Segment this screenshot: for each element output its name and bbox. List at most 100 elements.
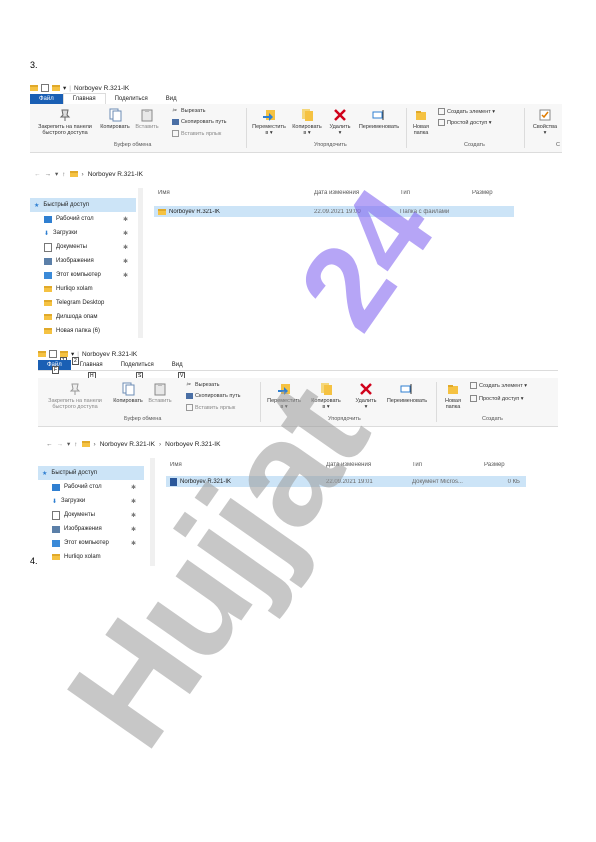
row-size: 0 КБ xyxy=(507,478,520,485)
column-header-date[interactable]: Дата изменения xyxy=(322,462,408,468)
up-icon[interactable]: ↑ xyxy=(74,441,77,448)
forward-icon[interactable]: → xyxy=(57,441,64,448)
pin-icon: ✱ xyxy=(130,526,136,533)
nav-item-documents[interactable]: Документы ✱ xyxy=(30,240,136,254)
copy-path-button[interactable]: Скопировать путь xyxy=(172,119,227,125)
properties-button[interactable]: Свойства ▾ xyxy=(530,108,560,136)
keytip: F xyxy=(52,366,60,374)
move-to-label-2: в ▾ xyxy=(280,404,288,410)
copy-label: Копировать xyxy=(113,398,143,404)
nav-item-desktop[interactable]: Рабочий стол ✱ xyxy=(30,212,136,226)
column-header-date[interactable]: Дата изменения xyxy=(310,190,396,196)
rename-button[interactable]: Переименовать xyxy=(356,108,402,130)
nav-item-quick-access[interactable]: ★ Быстрый доступ xyxy=(30,198,136,212)
copy-to-button[interactable]: Копировать в ▾ xyxy=(308,382,344,410)
breadcrumb-item[interactable]: Norboyev R.321-IK xyxy=(88,171,143,178)
delete-button[interactable]: Удалить ▾ xyxy=(352,382,380,410)
nav-item-pictures[interactable]: Изображения ✱ xyxy=(38,522,144,536)
copy-to-button[interactable]: Копировать в ▾ xyxy=(290,108,324,136)
breadcrumb-item[interactable]: Norboyev R.321-IK xyxy=(100,441,155,448)
nav-scrollbar[interactable] xyxy=(138,188,143,338)
breadcrumb-separator: › xyxy=(93,440,96,448)
copy-button[interactable]: Копировать xyxy=(112,382,144,404)
quick-access-dropdown-icon[interactable]: ▾ xyxy=(63,84,66,92)
column-header-size[interactable]: Размер xyxy=(468,190,512,196)
new-item-icon xyxy=(470,382,477,389)
rename-button[interactable]: Переименовать xyxy=(382,382,432,404)
recent-dropdown-icon[interactable]: ▾ xyxy=(55,170,58,178)
table-row[interactable]: Norboyev R.321-IK 22.09.2021 19:01 Докум… xyxy=(166,476,526,487)
tab-share[interactable]: Поделиться xyxy=(106,94,157,104)
column-header-size[interactable]: Размер xyxy=(480,462,524,468)
forward-icon[interactable]: → xyxy=(45,171,52,178)
paste-button[interactable]: Вставить xyxy=(146,382,174,404)
pin-icon: ✱ xyxy=(130,484,136,491)
pin-icon: ✱ xyxy=(122,258,128,265)
nav-item-folder[interactable]: Дилшода опам xyxy=(30,310,136,324)
tab-view[interactable]: Вид xyxy=(157,94,186,104)
delete-icon xyxy=(359,382,373,396)
tab-file[interactable]: Файл xyxy=(30,94,63,104)
folder-icon xyxy=(44,314,52,320)
new-folder-button[interactable]: Новая папка xyxy=(440,382,466,410)
column-header-name[interactable]: Имя xyxy=(154,190,310,196)
nav-item-pictures[interactable]: Изображения ✱ xyxy=(30,254,136,268)
pin-quick-access-button[interactable]: Закрепить на панели быстрого доступа xyxy=(42,382,108,410)
row-date: 22.09.2021 19:00 xyxy=(314,208,361,215)
nav-item-folder[interactable]: Hurliqo xolam xyxy=(38,550,144,564)
nav-item-folder[interactable]: Hurliqo xolam xyxy=(30,282,136,296)
cut-button[interactable]: ✂ Вырезать xyxy=(186,382,219,388)
paste-shortcut-button[interactable]: Вставить ярлык xyxy=(186,404,235,411)
recent-dropdown-icon[interactable]: ▾ xyxy=(67,440,70,448)
move-to-button[interactable]: Переместить в ▾ xyxy=(264,382,304,410)
pin-quick-access-button[interactable]: Закрепить на панели быстрого доступа xyxy=(34,108,96,136)
copy-to-icon xyxy=(300,108,314,122)
nav-item-label: Рабочий стол xyxy=(64,484,102,490)
properties-quick-icon[interactable] xyxy=(41,84,49,92)
nav-item-folder[interactable]: Telegram Desktop xyxy=(30,296,136,310)
nav-item-label: Быстрый доступ xyxy=(43,202,89,208)
column-header-type[interactable]: Тип xyxy=(396,190,468,196)
create-group-label: Создать xyxy=(464,142,485,148)
row-date: 22.09.2021 19:01 xyxy=(326,478,373,485)
nav-item-quick-access[interactable]: ★ Быстрый доступ xyxy=(38,466,144,480)
up-icon[interactable]: ↑ xyxy=(62,171,65,178)
new-folder-quick-icon[interactable] xyxy=(52,85,60,91)
nav-scrollbar[interactable] xyxy=(150,458,155,566)
nav-item-label: Hurliqo xolam xyxy=(56,286,93,292)
move-to-button[interactable]: Переместить в ▾ xyxy=(250,108,288,136)
nav-item-label: Hurliqo xolam xyxy=(64,554,101,560)
move-to-icon xyxy=(262,108,276,122)
delete-button[interactable]: Удалить ▾ xyxy=(326,108,354,136)
tab-view[interactable]: Вид xyxy=(163,360,192,370)
cut-button[interactable]: ✂ Вырезать xyxy=(172,108,205,114)
easy-access-button[interactable]: Простой доступ ▾ xyxy=(438,119,492,126)
breadcrumb-item[interactable]: Norboyev R.321-IK xyxy=(165,441,220,448)
nav-item-this-pc[interactable]: Этот компьютер ✱ xyxy=(30,268,136,282)
paste-button[interactable]: Вставить xyxy=(134,108,160,130)
properties-quick-icon[interactable] xyxy=(49,350,57,358)
tab-home[interactable]: Главная xyxy=(71,360,112,370)
nav-item-folder[interactable]: Новая папка (6) xyxy=(30,324,136,338)
back-icon[interactable]: ← xyxy=(34,171,41,178)
nav-item-documents[interactable]: Документы ✱ xyxy=(38,508,144,522)
paste-shortcut-button[interactable]: Вставить ярлык xyxy=(172,130,221,137)
nav-item-desktop[interactable]: Рабочий стол ✱ xyxy=(38,480,144,494)
new-folder-button[interactable]: Новая папка xyxy=(408,108,434,136)
column-header-name[interactable]: Имя xyxy=(166,462,322,468)
nav-item-downloads[interactable]: ⬇ Загрузки ✱ xyxy=(30,226,136,240)
nav-item-this-pc[interactable]: Этот компьютер ✱ xyxy=(38,536,144,550)
easy-access-button[interactable]: Простой доступ ▾ xyxy=(470,395,524,402)
back-icon[interactable]: ← xyxy=(46,441,53,448)
nav-item-label: Изображения xyxy=(64,526,102,532)
nav-item-label: Документы xyxy=(64,512,95,518)
copy-path-button[interactable]: Скопировать путь xyxy=(186,393,241,399)
table-row[interactable]: Norboyev R.321-IK 22.09.2021 19:00 Папка… xyxy=(154,206,514,217)
pin-icon: ✱ xyxy=(122,272,128,279)
nav-item-downloads[interactable]: ⬇ Загрузки ✱ xyxy=(38,494,144,508)
tab-share[interactable]: Поделиться xyxy=(112,360,163,370)
column-header-type[interactable]: Тип xyxy=(408,462,480,468)
new-item-button[interactable]: Создать элемент ▾ xyxy=(470,382,527,389)
copy-button[interactable]: Копировать xyxy=(100,108,130,130)
new-item-button[interactable]: Создать элемент ▾ xyxy=(438,108,495,115)
